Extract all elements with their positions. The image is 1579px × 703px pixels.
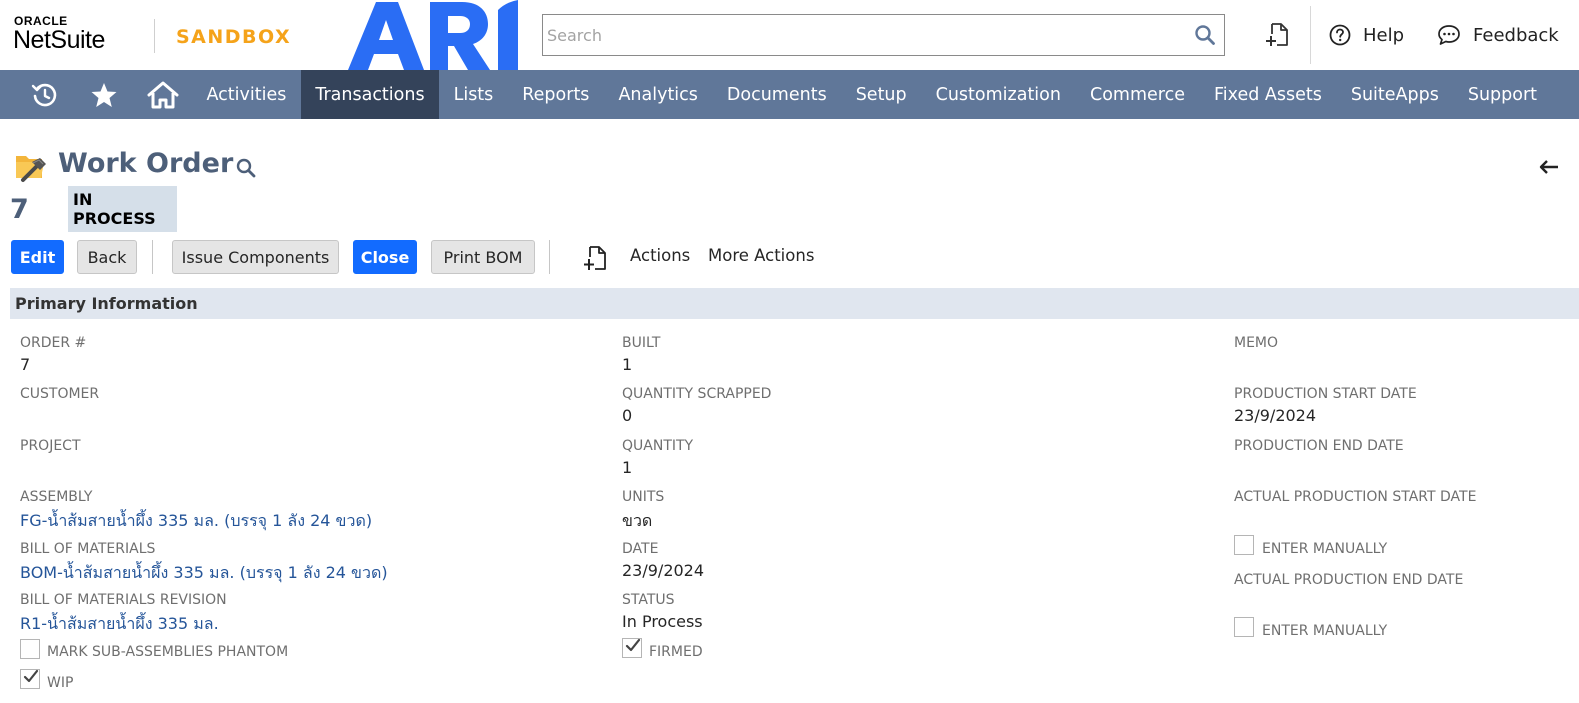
bom-revision-link[interactable]: R1-น้ำส้มสายน้ำผึ้ง 335 มล.	[20, 612, 219, 637]
page-title: Work Order	[58, 148, 234, 179]
logo-divider	[154, 19, 155, 53]
help-link[interactable]: Help	[1329, 22, 1404, 48]
nav-documents[interactable]: Documents	[712, 70, 841, 119]
checkmark-icon	[625, 638, 641, 652]
firmed-label: FIRMED	[649, 644, 703, 660]
help-icon	[1329, 24, 1351, 46]
search-input[interactable]	[543, 15, 1183, 55]
new-record-icon[interactable]	[582, 244, 608, 272]
feedback-icon	[1438, 25, 1460, 45]
actual-start-label: ACTUAL PRODUCTION START DATE	[1234, 489, 1477, 505]
nav-suiteapps[interactable]: SuiteApps	[1336, 70, 1453, 119]
nav-lists[interactable]: Lists	[439, 70, 508, 119]
units-value: ขวด	[622, 511, 653, 530]
more-actions-menu[interactable]: More Actions	[708, 246, 814, 265]
date-label: DATE	[622, 541, 659, 557]
checkmark-icon	[23, 669, 39, 683]
status-label: STATUS	[622, 592, 675, 608]
feedback-label[interactable]: Feedback	[1473, 25, 1559, 46]
main-navigation: Activities Transactions Lists Reports An…	[0, 70, 1579, 119]
button-divider	[549, 240, 550, 274]
actual-start-manual-label: ENTER MANUALLY	[1262, 541, 1388, 557]
nav-fixed-assets[interactable]: Fixed Assets	[1199, 70, 1336, 119]
nav-customization[interactable]: Customization	[921, 70, 1075, 119]
ari-brand-logo	[348, 0, 518, 70]
close-button[interactable]: Close	[353, 240, 417, 274]
help-label[interactable]: Help	[1363, 25, 1404, 46]
primary-information-header[interactable]: Primary Information	[10, 288, 1579, 319]
mark-phantom-checkbox[interactable]	[20, 639, 40, 659]
order-number-value: 7	[20, 355, 31, 374]
nav-recent-records[interactable]	[15, 70, 74, 119]
issue-components-button[interactable]: Issue Components	[172, 240, 339, 274]
star-icon	[91, 82, 116, 107]
actions-menu[interactable]: Actions	[630, 246, 690, 265]
record-search-icon[interactable]	[235, 157, 257, 179]
new-record-icon[interactable]	[1266, 22, 1290, 48]
bill-of-materials-link[interactable]: BOM-น้ำส้มสายน้ำผึ้ง 335 มล. (บรรจุ 1 ลั…	[20, 561, 388, 586]
firmed-checkbox[interactable]	[622, 638, 642, 658]
status-badge: IN PROCESS	[68, 186, 177, 232]
bom-revision-label: BILL OF MATERIALS REVISION	[20, 592, 227, 608]
back-arrow-icon[interactable]	[1538, 156, 1560, 178]
actual-end-label: ACTUAL PRODUCTION END DATE	[1234, 572, 1464, 588]
nav-setup[interactable]: Setup	[841, 70, 921, 119]
wip-checkbox[interactable]	[20, 669, 40, 689]
customer-label: CUSTOMER	[20, 386, 100, 402]
edit-button[interactable]: Edit	[11, 240, 64, 274]
production-start-label: PRODUCTION START DATE	[1234, 386, 1417, 402]
assembly-link[interactable]: FG-น้ำส้มสายน้ำผึ้ง 335 มล. (บรรจุ 1 ลัง…	[20, 509, 372, 534]
actual-start-manual-checkbox[interactable]	[1234, 535, 1254, 555]
recent-records-icon	[31, 83, 56, 106]
actual-end-manual-checkbox[interactable]	[1234, 617, 1254, 637]
search-icon[interactable]	[1194, 24, 1216, 46]
nav-favorites[interactable]	[74, 70, 133, 119]
feedback-link[interactable]: Feedback	[1437, 22, 1559, 48]
quantity-scrapped-label: QUANTITY SCRAPPED	[622, 386, 772, 402]
built-value: 1	[622, 355, 633, 374]
production-start-value: 23/9/2024	[1234, 406, 1317, 425]
nav-reports[interactable]: Reports	[508, 70, 604, 119]
print-bom-button[interactable]: Print BOM	[431, 240, 535, 274]
order-number-label: ORDER #	[20, 335, 87, 351]
actual-end-manual-label: ENTER MANUALLY	[1262, 623, 1388, 639]
nav-activities[interactable]: Activities	[192, 70, 301, 119]
back-button[interactable]: Back	[77, 240, 137, 274]
wip-label: WIP	[47, 675, 74, 691]
record-number: 7	[10, 194, 29, 225]
header-divider	[1310, 6, 1311, 64]
date-value: 23/9/2024	[622, 561, 705, 580]
global-search-box[interactable]	[542, 14, 1225, 56]
bill-of-materials-label: BILL OF MATERIALS	[20, 541, 156, 557]
memo-label: MEMO	[1234, 335, 1279, 351]
nav-support[interactable]: Support	[1453, 70, 1551, 119]
work-order-icon	[16, 156, 46, 182]
quantity-value: 1	[622, 458, 633, 477]
quantity-label: QUANTITY	[622, 438, 694, 454]
project-label: PROJECT	[20, 438, 81, 454]
netsuite-logo-text[interactable]: NetSuite	[13, 26, 105, 55]
sandbox-label: SANDBOX	[176, 26, 292, 48]
quantity-scrapped-value: 0	[622, 406, 633, 425]
nav-home[interactable]	[133, 70, 192, 119]
built-label: BUILT	[622, 335, 661, 351]
home-icon	[147, 81, 178, 108]
mark-phantom-label: MARK SUB-ASSEMBLIES PHANTOM	[47, 644, 289, 660]
nav-analytics[interactable]: Analytics	[604, 70, 712, 119]
top-header: ORACLE NetSuite SANDBOX Help	[0, 0, 1579, 70]
assembly-label: ASSEMBLY	[20, 489, 93, 505]
units-label: UNITS	[622, 489, 665, 505]
nav-transactions[interactable]: Transactions	[300, 70, 440, 119]
status-value: In Process	[622, 612, 703, 631]
button-divider	[152, 240, 153, 274]
production-end-label: PRODUCTION END DATE	[1234, 438, 1404, 454]
nav-commerce[interactable]: Commerce	[1075, 70, 1199, 119]
